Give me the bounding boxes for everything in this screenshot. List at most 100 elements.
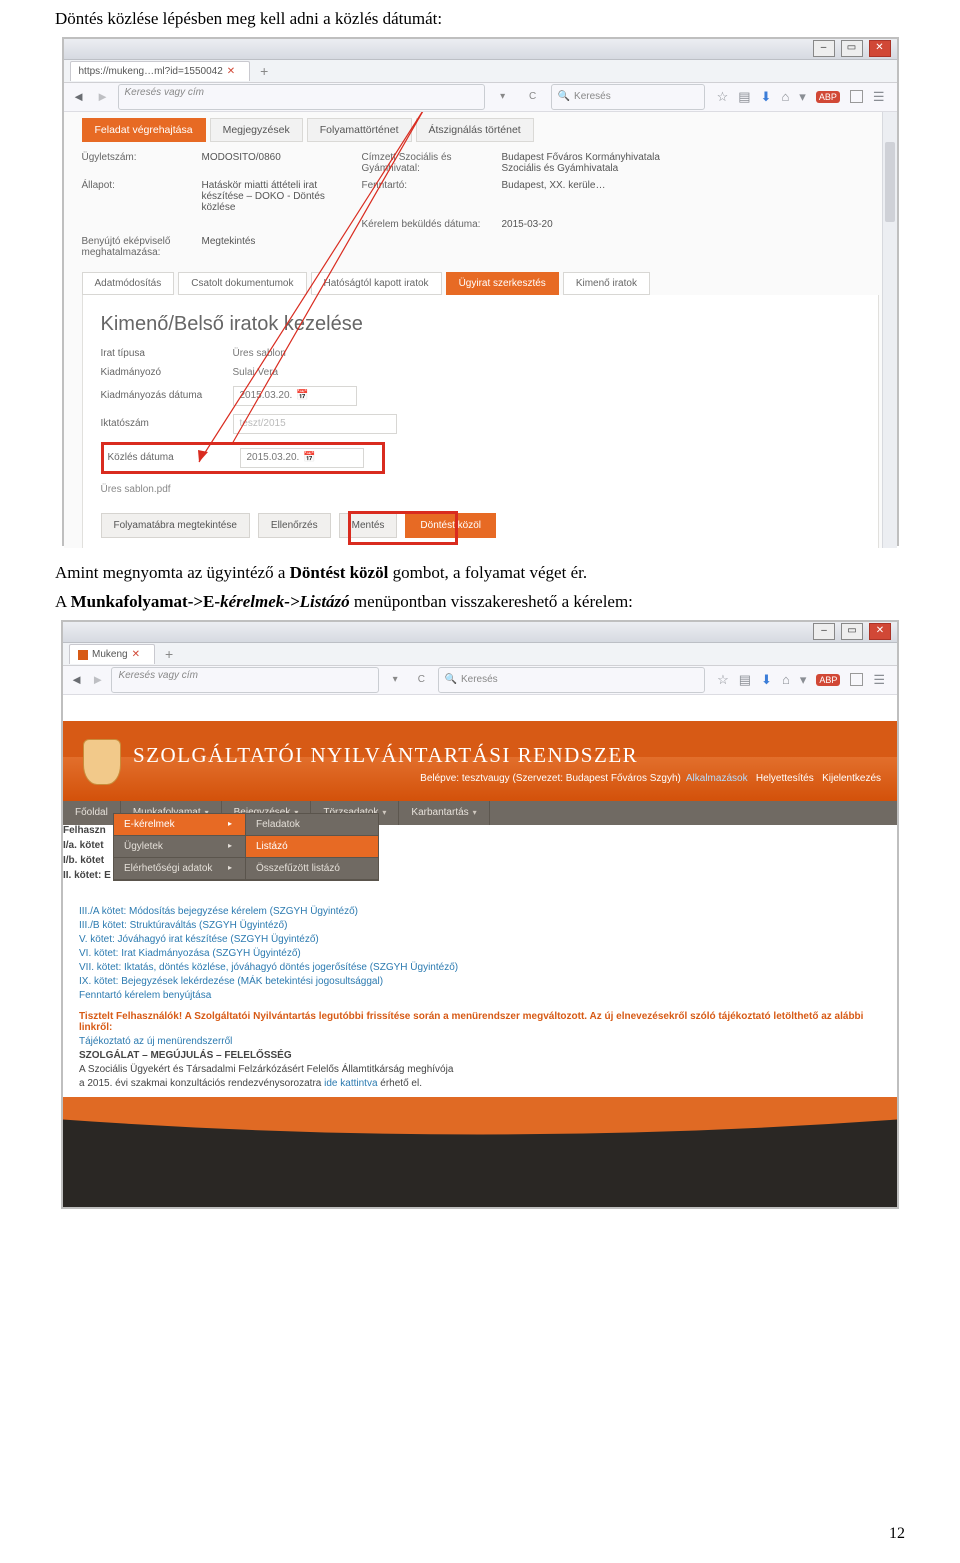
search-box[interactable]: 🔍 Keresés <box>551 84 705 110</box>
list-icon[interactable]: ▤ <box>739 672 751 688</box>
chevron-down-icon: ▾ <box>382 808 386 817</box>
submenu-item[interactable]: E-kérelmek▸ <box>114 814 246 836</box>
new-tab-button[interactable]: + <box>260 63 268 79</box>
link-helyettesites[interactable]: Helyettesítés <box>756 773 814 784</box>
iktato-label: Iktatószám <box>101 418 221 429</box>
maximize-button[interactable]: ▭ <box>841 40 863 57</box>
tab-megjegyzesek[interactable]: Megjegyzések <box>210 118 303 142</box>
download-icon[interactable]: ⬇ <box>761 672 772 688</box>
doc-link[interactable]: III./A kötet: Módosítás bejegyzése kérel… <box>79 906 881 917</box>
allapot-value: Hatáskör miatti áttételi irat készítése … <box>202 180 352 213</box>
home-icon[interactable]: ⌂ <box>781 89 789 104</box>
subtab-adatmod[interactable]: Adatmódosítás <box>82 272 175 295</box>
close-button[interactable]: ✕ <box>869 40 891 57</box>
scrollbar[interactable] <box>882 112 897 548</box>
reload-icon[interactable]: C <box>521 91 545 102</box>
submenu-level2: FeladatokListázóÖsszefűzött listázó <box>245 813 379 881</box>
menu-icon[interactable]: ☰ <box>873 672 885 688</box>
star-icon[interactable]: ☆ <box>717 89 729 105</box>
button-row: Folyamatábra megtekintése Ellenőrzés Men… <box>101 513 860 538</box>
ide-kattintva-link[interactable]: ide kattintva <box>324 1078 377 1089</box>
addon-icon[interactable] <box>850 673 863 686</box>
page-number: 12 <box>889 1525 905 1543</box>
browser-tabstrip: Mukeng ✕ + <box>63 643 897 666</box>
tipus-label: Irat típusa <box>101 348 221 359</box>
forward-icon[interactable]: ► <box>90 672 105 687</box>
menu-karbantartas[interactable]: Karbantartás▾ <box>399 801 489 825</box>
kiadmanyozo-value: Sulai Vera <box>233 367 279 378</box>
back-icon[interactable]: ◄ <box>69 672 84 687</box>
star-icon[interactable]: ☆ <box>717 672 729 688</box>
doc-link[interactable]: III./B kötet: Struktúraváltás (SZGYH Ügy… <box>79 920 881 931</box>
tab-feladat[interactable]: Feladat végrehajtása <box>82 118 206 142</box>
browser-tab[interactable]: Mukeng ✕ <box>69 644 155 664</box>
back-icon[interactable]: ◄ <box>70 89 88 104</box>
address-bar[interactable]: Keresés vagy cím <box>118 84 485 110</box>
doc-link[interactable]: IX. kötet: Bejegyzések lekérdezése (MÁK … <box>79 976 881 987</box>
calendar-icon[interactable]: 📅 <box>303 452 315 463</box>
screenshot-2: – ▭ ✕ Mukeng ✕ + ◄ ► Keresés vagy cím ▾ … <box>61 620 899 1209</box>
toolbar-icons: ☆ ▤ ⬇ ⌂ ▾ ABP ☰ <box>711 89 891 105</box>
tab-favicon <box>78 650 88 660</box>
close-tab-icon[interactable]: ✕ <box>132 649 140 660</box>
submenu-item[interactable]: Listázó <box>246 836 378 858</box>
tab-atszignalas[interactable]: Átszignálás történet <box>416 118 534 142</box>
forward-icon[interactable]: ► <box>94 89 112 104</box>
doc-link[interactable]: VII. kötet: Iktatás, döntés közlése, jóv… <box>79 962 881 973</box>
menu-icon[interactable]: ☰ <box>873 89 885 105</box>
fenntarto-label: Fenntartó: <box>362 180 492 213</box>
chevron-down-icon: ▾ <box>473 808 477 817</box>
submenu-item[interactable]: Feladatok <box>246 814 378 836</box>
kerelem-value: 2015-03-20 <box>502 219 682 230</box>
coat-of-arms-icon <box>83 739 121 785</box>
dropdown-icon[interactable]: ▾ <box>491 91 515 102</box>
minimize-button[interactable]: – <box>813 623 835 640</box>
address-bar[interactable]: Keresés vagy cím <box>111 667 379 693</box>
window-titlebar: – ▭ ✕ <box>63 622 897 643</box>
new-tab-button[interactable]: + <box>165 646 173 662</box>
tajekoztato-link[interactable]: Tájékoztató az új menürendszerről <box>79 1036 881 1047</box>
dropdown-icon[interactable]: ▾ <box>385 674 405 685</box>
tab-folyamat[interactable]: Folyamattörténet <box>307 118 412 142</box>
abp-icon[interactable]: ABP <box>816 674 840 686</box>
abp-icon[interactable]: ABP <box>816 91 840 103</box>
pocket-icon[interactable]: ▾ <box>800 672 807 688</box>
link-alkalmazasok[interactable]: Alkalmazások <box>686 773 748 784</box>
file-link[interactable]: Üres sablon.pdf <box>101 484 171 495</box>
pocket-icon[interactable]: ▾ <box>799 89 806 105</box>
iktato-input[interactable]: teszt/2015 <box>233 414 397 434</box>
btn-ellenorzes[interactable]: Ellenőrzés <box>258 513 331 538</box>
slogan: SZOLGÁLAT – MEGÚJULÁS – FELELŐSSÉG <box>79 1050 881 1061</box>
sub-tabs: Adatmódosítás Csatolt dokumentumok Hatós… <box>82 272 879 295</box>
calendar-icon[interactable]: 📅 <box>296 390 308 401</box>
benyujto-value[interactable]: Megtekintés <box>202 236 352 258</box>
browser-tab[interactable]: https://mukeng…ml?id=1550042 ✕ <box>70 61 251 81</box>
submenu-item[interactable]: Elérhetőségi adatok▸ <box>114 858 246 880</box>
reload-icon[interactable]: C <box>411 674 431 685</box>
doc-link[interactable]: VI. kötet: Irat Kiadmányozása (SZGYH Ügy… <box>79 948 881 959</box>
search-box[interactable]: 🔍 Keresés <box>438 667 706 693</box>
invite-line: A Szociális Ügyekért és Társadalmi Felzá… <box>79 1064 881 1075</box>
submenu-item[interactable]: Összefűzött listázó <box>246 858 378 880</box>
home-icon[interactable]: ⌂ <box>782 672 790 687</box>
list-icon[interactable]: ▤ <box>738 89 750 105</box>
submenu-item[interactable]: Ügyletek▸ <box>114 836 246 858</box>
page-content: FelhasznI/a. kötetI/b. kötetII. kötet: E… <box>63 825 897 1104</box>
download-icon[interactable]: ⬇ <box>761 89 772 105</box>
addon-icon[interactable] <box>850 90 863 103</box>
btn-folyamatabra[interactable]: Folyamatábra megtekintése <box>101 513 250 538</box>
minimize-button[interactable]: – <box>813 40 835 57</box>
link-kijelentkezes[interactable]: Kijelentkezés <box>822 773 881 784</box>
close-tab-icon[interactable]: ✕ <box>227 66 235 77</box>
subtab-hatosag[interactable]: Hatóságtól kapott iratok <box>311 272 442 295</box>
kiaddate-input[interactable]: 2015.03.20.📅 <box>233 386 357 406</box>
subtab-ugyirat[interactable]: Ügyirat szerkesztés <box>446 272 559 295</box>
doc-link[interactable]: V. kötet: Jóváhagyó irat készítése (SZGY… <box>79 934 881 945</box>
maximize-button[interactable]: ▭ <box>841 623 863 640</box>
kozles-input[interactable]: 2015.03.20.📅 <box>240 448 364 468</box>
doc-link[interactable]: Fenntartó kérelem benyújtása <box>79 990 881 1001</box>
close-button[interactable]: ✕ <box>869 623 891 640</box>
subtab-csatolt[interactable]: Csatolt dokumentumok <box>178 272 306 295</box>
header-banner: SZOLGÁLTATÓI NYILVÁNTARTÁSI RENDSZER Bel… <box>63 721 897 801</box>
subtab-kimeno[interactable]: Kimenő iratok <box>563 272 650 295</box>
